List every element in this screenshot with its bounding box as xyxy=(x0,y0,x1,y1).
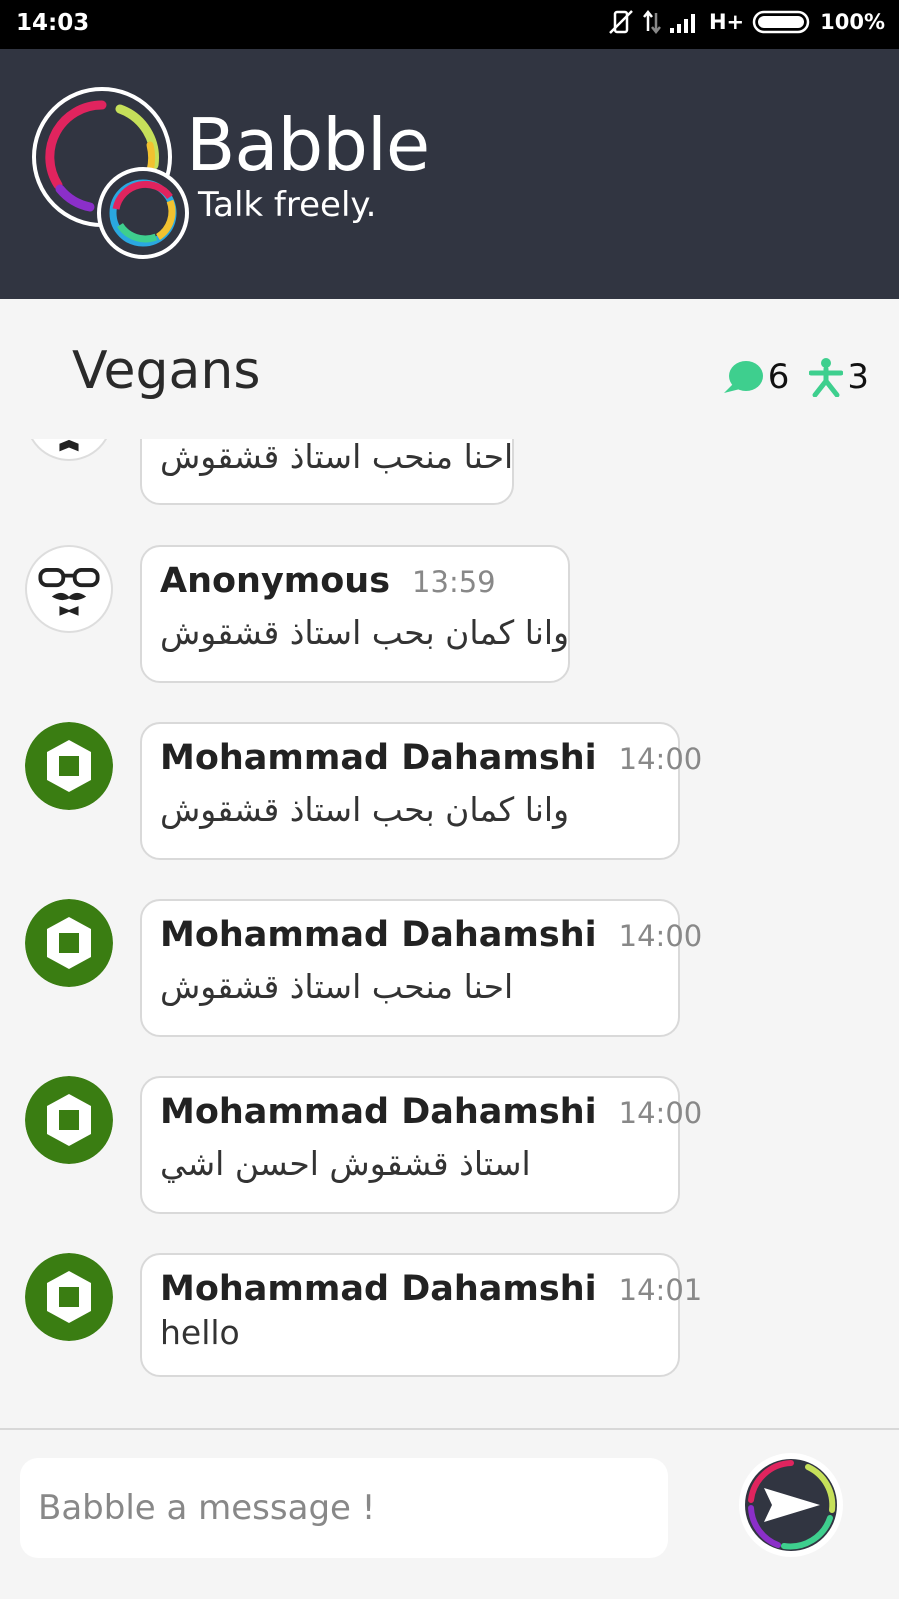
message-list[interactable]: احنا منحب استاذ قشقوش Anonymous 13:59 وا… xyxy=(0,439,899,1428)
identicon-avatar-icon xyxy=(25,899,113,987)
vibrate-off-icon xyxy=(609,10,633,34)
data-transfer-icon xyxy=(642,9,661,35)
status-icons: H+ 100% xyxy=(607,9,885,35)
message-text: احنا منحب استاذ قشقوش xyxy=(160,967,514,1006)
room-stats: 6 3 xyxy=(702,357,869,397)
message-input[interactable] xyxy=(20,1458,668,1558)
message-bubble: Mohammad Dahamshi 14:01 hello xyxy=(140,1253,702,1377)
user-count: 3 xyxy=(847,357,869,397)
message-text: احنا منحب استاذ قشقوش xyxy=(160,439,514,476)
person-icon xyxy=(809,358,844,397)
message-composer xyxy=(0,1428,899,1599)
message-bubble: Mohammad Dahamshi 14:00 احنا منحب استاذ … xyxy=(140,899,702,1037)
message-text: استاذ قشقوش احسن اشي xyxy=(160,1144,531,1183)
room-bar: Vegans 6 3 xyxy=(0,299,899,439)
signal-icon xyxy=(669,14,695,33)
message-bubble: Mohammad Dahamshi 14:00 استاذ قشقوش احسن… xyxy=(140,1076,702,1214)
message-author: Mohammad Dahamshi xyxy=(160,1092,597,1132)
message-author: Mohammad Dahamshi xyxy=(160,915,597,955)
chat-bubble-icon xyxy=(723,361,763,393)
message-bubble: Anonymous 13:59 وانا كمان بحب استاذ قشقو… xyxy=(140,545,570,683)
message-text: hello xyxy=(160,1313,240,1352)
send-button[interactable] xyxy=(738,1452,844,1558)
message-time: 14:00 xyxy=(618,742,703,776)
mustache-avatar-icon xyxy=(25,545,113,633)
network-type: H+ xyxy=(708,10,745,34)
message-time: 14:00 xyxy=(618,919,703,953)
app-tagline: Talk freely. xyxy=(198,185,377,225)
message-author: Mohammad Dahamshi xyxy=(160,1269,597,1309)
message-author: Anonymous xyxy=(160,561,391,601)
message-bubble: احنا منحب استاذ قشقوش xyxy=(140,439,514,505)
message-time: 14:01 xyxy=(618,1273,703,1307)
user-count-stat: 3 xyxy=(809,357,869,397)
message-time: 14:00 xyxy=(618,1096,703,1130)
battery-icon xyxy=(752,10,810,34)
status-time: 14:03 xyxy=(16,10,90,36)
message-count-stat: 6 xyxy=(722,357,790,397)
app-title: Babble xyxy=(186,103,430,187)
message-text: وانا كمان بحب استاذ قشقوش xyxy=(160,613,570,652)
message-count: 6 xyxy=(767,357,790,397)
mustache-avatar-icon xyxy=(25,439,113,461)
identicon-avatar-icon xyxy=(25,1253,113,1341)
battery-percent: 100% xyxy=(820,10,885,34)
message-author: Mohammad Dahamshi xyxy=(160,738,597,778)
identicon-avatar-icon xyxy=(25,722,113,810)
babble-logo-icon xyxy=(32,87,189,259)
status-bar: 14:03 H+ 100% xyxy=(0,0,899,49)
identicon-avatar-icon xyxy=(25,1076,113,1164)
message-bubble: Mohammad Dahamshi 14:00 وانا كمان بحب اس… xyxy=(140,722,702,860)
app-header: Babble Talk freely. xyxy=(0,49,899,299)
message-text: وانا كمان بحب استاذ قشقوش xyxy=(160,790,570,829)
message-time: 13:59 xyxy=(412,565,496,599)
room-title: Vegans xyxy=(72,341,261,401)
